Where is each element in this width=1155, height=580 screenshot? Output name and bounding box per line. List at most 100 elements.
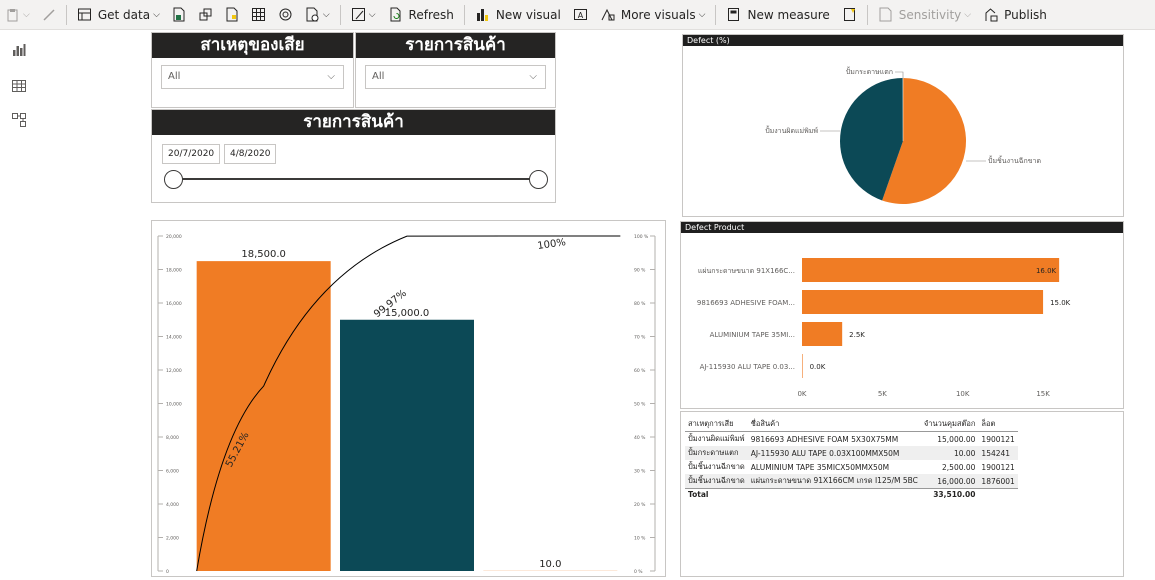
product-dropdown[interactable]: All ⌵ (365, 65, 546, 89)
col-reason[interactable]: สาเหตุการเสีย (685, 417, 748, 432)
start-date-field[interactable]: 20/7/2020 (162, 144, 220, 164)
more-visuals-button[interactable]: More visuals ⌵ (594, 0, 712, 30)
table-cell: AJ-115930 ALU TAPE 0.03X100MMX50M (748, 446, 921, 460)
text-box-button[interactable]: A (567, 0, 594, 30)
table-cell: 154241 (978, 446, 1017, 460)
get-data-button[interactable]: Get data ⌵ (71, 0, 166, 30)
table-cell: ปั้มชิ้นงานฉีกขาด (685, 474, 748, 489)
product-dropdown-value: All (372, 71, 384, 82)
reason-dropdown[interactable]: All ⌵ (161, 65, 344, 89)
defect-table-visual[interactable]: สาเหตุการเสีย ชื่อสินค้า จำนวนคุมสต๊อก ล… (680, 411, 1124, 577)
category-label: AJ-115930 ALU TAPE 0.03... (700, 363, 795, 371)
y2-tick-label: 70 % (634, 335, 646, 341)
reason-slicer: สาเหตุของเสีย All ⌵ (151, 32, 354, 108)
table-cell: 1900121 (978, 460, 1017, 474)
end-date-field[interactable]: 4/8/2020 (224, 144, 276, 164)
transform-data-icon (351, 7, 366, 22)
format-painter-button[interactable] (36, 0, 62, 30)
product-bar (802, 354, 803, 378)
chevron-down-icon: ⌵ (323, 10, 330, 20)
new-visual-icon (475, 7, 490, 22)
transform-data-button[interactable]: ⌵ (345, 0, 382, 30)
table-icon (251, 7, 266, 22)
table-cell: 10.00 (921, 446, 979, 460)
col-lot[interactable]: ล็อต (978, 417, 1017, 432)
table-cell: 15,000.00 (921, 432, 979, 447)
more-visuals-label: More visuals (621, 8, 696, 22)
y2-tick-label: 100 % (634, 234, 649, 240)
paste-button[interactable]: ⌵ (0, 0, 36, 30)
pie-label: ปั้มชิ้นงานฉีกขาด (988, 154, 1041, 165)
pie-leader-line (895, 72, 903, 78)
defect-product-visual[interactable]: Defect Product แผ่นกระดาษขนาด 91X166C...… (680, 221, 1124, 409)
chevron-down-icon: ⌵ (369, 10, 376, 20)
product-bar (802, 322, 842, 346)
defect-product-title: Defect Product (681, 222, 1123, 233)
product-slicer-title: รายการสินค้า (356, 33, 555, 58)
sensitivity-button[interactable]: Sensitivity ⌵ (872, 0, 977, 30)
y2-tick-label: 10 % (634, 536, 646, 542)
report-view-icon[interactable] (11, 42, 27, 58)
datahub-icon (198, 7, 213, 22)
reason-slicer-title: สาเหตุของเสีย (152, 33, 353, 58)
paste-icon (6, 8, 20, 22)
dataflow-button[interactable] (219, 0, 245, 30)
enter-data-button[interactable] (245, 0, 272, 30)
y2-tick-label: 30 % (634, 469, 646, 475)
date-slicer-title: รายการสินค้า (152, 110, 555, 135)
pareto-chart: 02,0004,0006,0008,00010,00012,00014,0001… (152, 221, 665, 576)
reason-dropdown-value: All (168, 71, 180, 82)
category-label: ALUMINIUM TAPE 35MI... (710, 331, 795, 339)
pie-label: ปั้มกระดาษแตก (846, 65, 893, 76)
datahub-button[interactable] (192, 0, 219, 30)
table-cell: 2,500.00 (921, 460, 979, 474)
ribbon-separator (464, 5, 465, 25)
x-tick-label: 0K (797, 390, 806, 398)
data-view-icon[interactable] (11, 78, 27, 94)
bar-data-label: 10.0 (539, 559, 561, 570)
refresh-icon (388, 7, 403, 22)
table-cell (748, 489, 921, 501)
y-tick-label: 18,000 (166, 268, 182, 274)
new-measure-button[interactable]: New measure (720, 0, 835, 30)
publish-icon (983, 7, 998, 22)
date-slicer: รายการสินค้า 20/7/2020 4/8/2020 (151, 109, 556, 203)
pareto-chart-visual[interactable]: 02,0004,0006,0008,00010,00012,00014,0001… (151, 220, 666, 577)
publish-button[interactable]: Publish (977, 0, 1053, 30)
chevron-down-icon: ⌵ (23, 10, 30, 20)
y-tick-label: 0 (166, 569, 169, 575)
quick-measure-button[interactable] (836, 0, 863, 30)
y2-tick-label: 80 % (634, 301, 646, 307)
ribbon-toolbar: ⌵ Get data ⌵ ⌵ ⌵ Refresh New visual (0, 0, 1155, 30)
ribbon-separator (867, 5, 868, 25)
col-product[interactable]: ชื่อสินค้า (748, 417, 921, 432)
chevron-down-icon: ⌵ (529, 66, 537, 88)
excel-button[interactable] (166, 0, 192, 30)
y-tick-label: 14,000 (166, 335, 182, 341)
table-cell: ALUMINIUM TAPE 35MICX50MMX50M (748, 460, 921, 474)
dataverse-button[interactable] (272, 0, 299, 30)
bar-data-label: 16.0K (1036, 267, 1057, 275)
cumulative-data-label: 100% (537, 237, 567, 252)
defect-pie-visual[interactable]: Defect (%) ปั้มกระดาษแตกปั้มงานผิดแม่พิม… (682, 34, 1124, 217)
pie-label: ปั้มงานผิดแม่พิมพ์ (765, 124, 818, 135)
refresh-button[interactable]: Refresh (382, 0, 460, 30)
model-view-icon[interactable] (11, 112, 27, 128)
chevron-down-icon: ⌵ (327, 66, 335, 88)
date-range-track (174, 178, 538, 180)
category-label: แผ่นกระดาษขนาด 91X166C... (698, 267, 795, 275)
table-cell: ปั้มงานผิดแม่พิมพ์ (685, 432, 748, 447)
table-total-row: Total 33,510.00 (685, 489, 1018, 501)
brush-icon (42, 8, 56, 22)
pareto-bar (340, 320, 474, 571)
table-row: ปั้มชิ้นงานฉีกขาด แผ่นกระดาษขนาด 91X166C… (685, 474, 1018, 489)
chevron-down-icon: ⌵ (964, 10, 971, 20)
recent-sources-button[interactable]: ⌵ (299, 0, 336, 30)
date-range-start-handle[interactable] (164, 170, 183, 189)
date-range-end-handle[interactable] (529, 170, 548, 189)
col-stock-qty[interactable]: จำนวนคุมสต๊อก (921, 417, 979, 432)
publish-label: Publish (1004, 8, 1047, 22)
table-row: ปั้มงานผิดแม่พิมพ์ 9816693 ADHESIVE FOAM… (685, 432, 1018, 447)
database-icon (77, 7, 92, 22)
new-visual-button[interactable]: New visual (469, 0, 567, 30)
